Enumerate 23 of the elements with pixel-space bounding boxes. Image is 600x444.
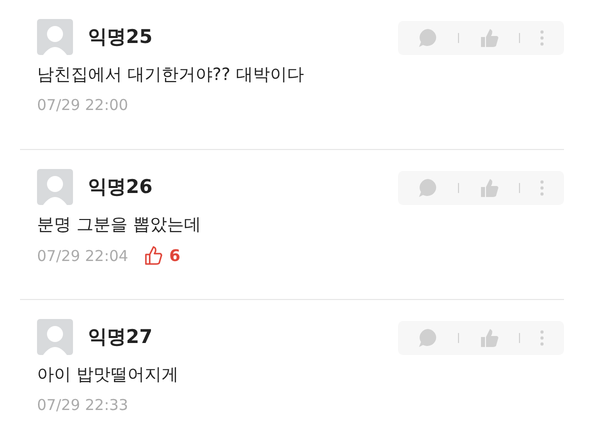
like-count: 6 [169,246,180,265]
more-icon[interactable] [540,180,544,196]
speech-bubble-icon[interactable] [418,28,438,48]
comment-text: 남친집에서 대기한거야?? 대박이다 [37,64,305,86]
avatar-icon [37,19,73,55]
thumbs-up-icon[interactable] [479,28,499,48]
comment-time: 07/29 22:33 [37,396,128,414]
comment-author: 익명25 [88,25,152,50]
more-icon[interactable] [540,30,544,46]
thumbs-up-icon[interactable] [479,328,499,348]
more-icon[interactable] [540,330,544,346]
avatar-icon [37,319,73,355]
thumbs-up-icon[interactable] [479,178,499,198]
comment-time: 07/29 22:04 [37,246,128,264]
thumbs-up-icon [144,246,164,265]
comment-time: 07/29 22:00 [37,96,128,114]
comment-text: 분명 그분을 뽑았는데 [37,214,202,236]
speech-bubble-icon[interactable] [418,178,438,198]
speech-bubble-icon[interactable] [418,328,438,348]
comment-author: 익명27 [88,325,152,350]
comment-author: 익명26 [88,175,152,200]
comment-text: 아이 밥맛떨어지게 [37,364,180,386]
avatar-icon [37,169,73,205]
